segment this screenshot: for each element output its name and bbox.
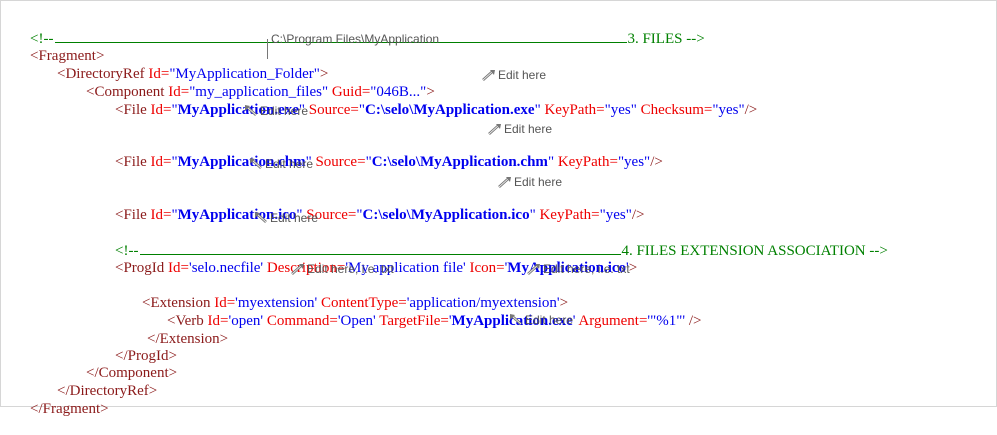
arrow-down-right-icon [510, 314, 522, 325]
fragment-close-line: </Fragment> [15, 384, 109, 435]
attr-source: Source= [305, 102, 359, 118]
tag-close: /> [685, 313, 702, 329]
file-tag: <File [115, 207, 147, 223]
arrow-up-left-icon [488, 124, 501, 135]
attr-keypath: KeyPath= [554, 154, 618, 170]
source-value: C:\selo\MyApplication.chm [371, 154, 548, 170]
command-value: 'Open' [337, 313, 376, 329]
verb-id-value: 'open' [228, 313, 264, 329]
attr-argument: Argument= [575, 313, 648, 329]
arrow-up-left-icon [482, 70, 495, 81]
keypath-value: "yes" [599, 207, 632, 223]
attr-id: Id= [146, 207, 172, 223]
attr-id: Id= [146, 102, 172, 118]
arrow-up-left-icon [527, 264, 540, 275]
tag-close: /> [744, 102, 758, 118]
comment-text: 4. FILES EXTENSION ASSOCIATION --> [621, 243, 888, 259]
attr-target-file: TargetFile= [375, 313, 449, 329]
tag-close: /> [650, 154, 663, 170]
edit-note-extension-id: Edit here, i.e. txt [291, 262, 394, 276]
edit-note-source-ico: Edit here [498, 175, 562, 189]
arrow-up-left-icon [498, 177, 511, 188]
file-exe-line: <File Id="MyApplication.exe" Source="C:\… [115, 102, 758, 118]
tag-close: > [628, 260, 638, 276]
edit-note-file-ico: Edit here [254, 211, 318, 225]
file-tag: <File [115, 102, 147, 118]
edit-note-target-file: Edit here [509, 313, 573, 327]
fragment-close-tag: </Fragment> [30, 401, 109, 417]
source-value: C:\selo\MyApplication.exe [365, 102, 535, 118]
keypath-value: "yes" [617, 154, 651, 170]
attr-checksum: Checksum= [636, 102, 713, 118]
argument-value: '"%1"' [647, 313, 686, 329]
xml-code-panel: <!-- 3. FILES --> <Fragment> C:\Program F… [0, 0, 997, 417]
arrow-up-left-icon [291, 264, 304, 275]
arrow-down-right-icon [255, 212, 267, 223]
keypath-value: "yes" [604, 102, 637, 118]
checksum-value: "yes" [712, 102, 745, 118]
file-tag: <File [115, 154, 147, 170]
progid-tag: <ProgId [115, 260, 165, 276]
progid-id-value: 'selo.necfile' [189, 260, 264, 276]
verb-line: <Verb Id='open' Command='Open' TargetFil… [167, 313, 702, 329]
file-chm-line: <File Id="MyApplication.chm" Source="C:\… [115, 154, 663, 170]
attr-keypath: KeyPath= [535, 207, 600, 223]
arrow-down-right-icon [245, 105, 257, 116]
edit-note-file-exe: Edit here [244, 104, 308, 118]
edit-note-content-type: Edit here, i.e. txt [527, 262, 630, 276]
arrow-down-right-icon [250, 158, 262, 169]
attr-id: Id= [164, 260, 190, 276]
install-path-note: C:\Program Files\MyApplication [271, 32, 440, 46]
attr-source: Source= [311, 154, 366, 170]
source-value: C:\selo\MyApplication.ico [362, 207, 530, 223]
edit-note-source-chm: Edit here [488, 122, 552, 136]
comment-text: 3. FILES --> [627, 31, 705, 47]
attr-command: Command= [263, 313, 338, 329]
edit-note-file-chm: Edit here [249, 157, 313, 171]
edit-note-guid: Edit here [482, 68, 546, 82]
tag-close: /> [631, 207, 645, 223]
attr-keypath: KeyPath= [540, 102, 605, 118]
attr-icon: Icon= [465, 260, 505, 276]
attr-id: Id= [146, 154, 172, 170]
